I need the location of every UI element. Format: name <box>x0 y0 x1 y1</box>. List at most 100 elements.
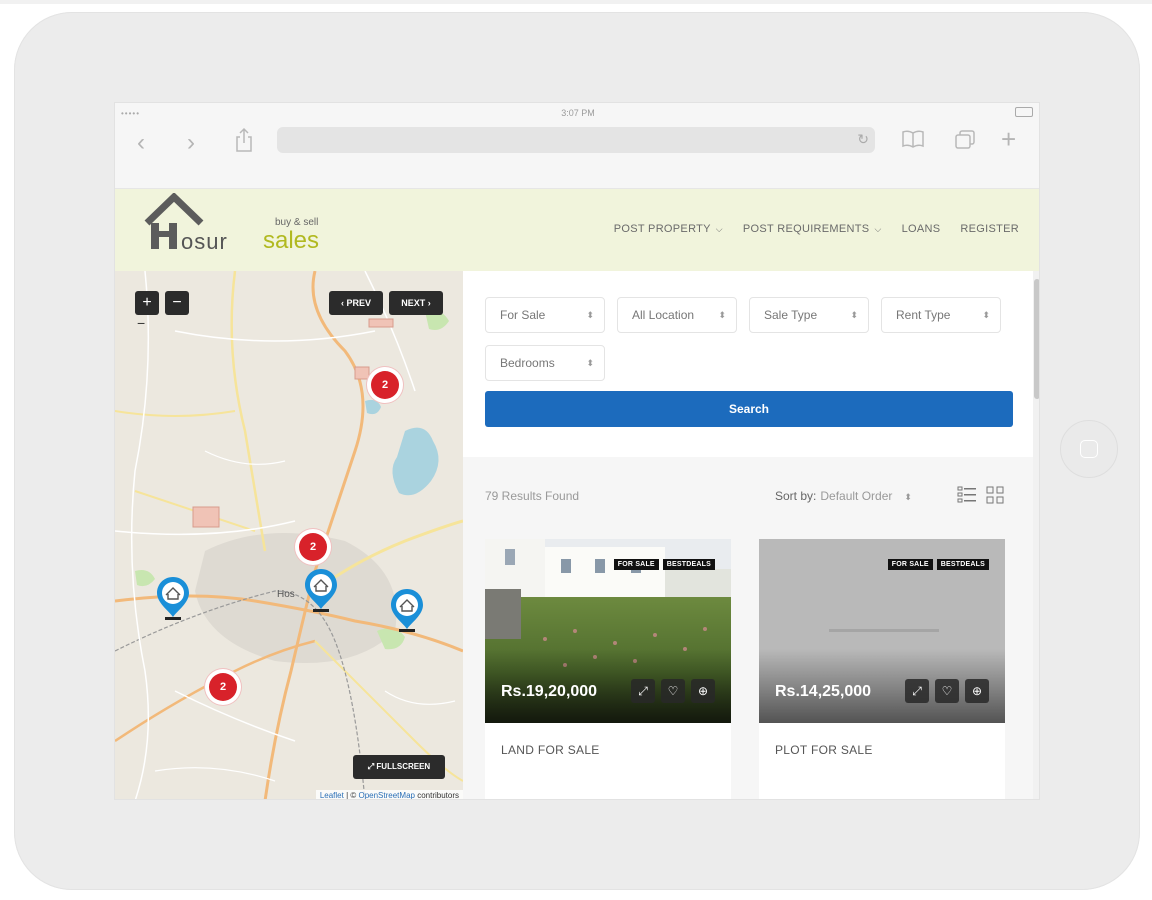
map-cluster-marker[interactable]: 2 <box>205 669 241 705</box>
tabs-icon[interactable] <box>953 129 977 151</box>
listing-card[interactable]: FOR SALE BESTDEALS Rs.19,20,000 ⤢ ♡ ⊕ LA… <box>485 539 731 799</box>
listings-panel: For Sale ⬍ All Location ⬍ Sale Type ⬍ Rent … <box>463 271 1033 799</box>
listing-title[interactable]: PLOT FOR SALE <box>775 743 873 757</box>
rent-type-select[interactable]: Rent Type ⬍ <box>881 297 1001 333</box>
map-fullscreen-label: FULLSCREEN <box>376 762 431 771</box>
sort-label: Sort by: <box>775 489 817 503</box>
compare-plus-icon[interactable]: ⊕ <box>691 679 715 703</box>
location-select[interactable]: All Location ⬍ <box>617 297 737 333</box>
back-arrow-icon[interactable]: ‹ <box>137 131 145 155</box>
logo-word-osur: osur <box>181 229 228 254</box>
listing-badges: FOR SALE BESTDEALS <box>887 559 989 570</box>
map-pin-icon[interactable] <box>155 575 191 621</box>
zoom-in-button[interactable]: + <box>135 291 159 315</box>
search-button[interactable]: Search <box>485 391 1013 427</box>
status-bar: ••••• 3:07 PM <box>115 103 1039 123</box>
listing-card[interactable]: FOR SALE BESTDEALS Rs.14,25,000 ⤢ ♡ ⊕ PL… <box>759 539 1005 799</box>
map-next-label: NEXT <box>401 298 426 308</box>
attribution-text: contributors <box>414 791 459 800</box>
map-prev-label: PREV <box>346 298 371 308</box>
map-tiles <box>115 271 463 799</box>
page-top-line <box>0 0 1152 4</box>
site-logo[interactable]: buy & sell osur sales <box>143 191 343 261</box>
rent-type-value: Rent Type <box>896 308 951 322</box>
for-sale-value: For Sale <box>500 308 546 322</box>
select-arrows-icon: ⬍ <box>982 310 990 320</box>
sale-type-select[interactable]: Sale Type ⬍ <box>749 297 869 333</box>
home-square-icon <box>1080 440 1098 458</box>
grid-view-icon[interactable] <box>985 485 1005 505</box>
scrollbar-thumb[interactable] <box>1034 279 1039 399</box>
results-count: 79 Results Found <box>485 489 580 503</box>
main-menu: POST PROPERTY ⌵ POST REQUIREMENTS ⌵ LOANS … <box>614 223 1019 235</box>
map-cluster-marker[interactable]: 2 <box>295 529 331 565</box>
for-sale-select[interactable]: For Sale ⬍ <box>485 297 605 333</box>
cluster-count: 2 <box>299 533 327 561</box>
chevron-right-icon: › <box>425 298 431 308</box>
map-attribution: Leaflet | © OpenStreetMap contributors <box>315 790 463 800</box>
expand-icon[interactable]: ⤢ <box>905 679 929 703</box>
heart-icon[interactable]: ♡ <box>661 679 685 703</box>
listing-actions: ⤢ ♡ ⊕ <box>631 679 715 703</box>
menu-register[interactable]: REGISTER <box>960 223 1019 235</box>
property-map[interactable]: Hos + − − ‹ PREV NEXT › 2 2 2 ⤢ FULLSCRE… <box>115 271 463 800</box>
bedrooms-value: Bedrooms <box>500 356 555 370</box>
listing-title[interactable]: LAND FOR SALE <box>501 743 600 757</box>
cluster-count: 2 <box>209 673 237 701</box>
menu-post-property-label: POST PROPERTY <box>613 223 711 235</box>
heart-icon[interactable]: ♡ <box>935 679 959 703</box>
new-tab-plus-icon[interactable]: + <box>1001 126 1016 152</box>
site-header: buy & sell osur sales POST PROPERTY ⌵ POS… <box>115 189 1039 271</box>
leaflet-link[interactable]: Leaflet <box>320 791 344 799</box>
for-sale-badge: FOR SALE <box>613 559 659 570</box>
zoom-minus-mark: − <box>137 315 146 331</box>
share-icon[interactable] <box>233 127 255 153</box>
osm-link[interactable]: OpenStreetMap <box>358 791 414 799</box>
best-deals-badge: BESTDEALS <box>936 559 989 570</box>
sale-type-value: Sale Type <box>764 308 818 322</box>
menu-post-requirements[interactable]: POST REQUIREMENTS ⌵ <box>743 223 882 235</box>
battery-icon <box>1015 107 1033 117</box>
map-prev-button[interactable]: ‹ PREV <box>329 291 383 315</box>
address-bar[interactable]: ↻ <box>277 127 875 153</box>
select-arrows-icon: ⬍ <box>586 358 594 368</box>
for-sale-badge: FOR SALE <box>887 559 933 570</box>
search-filters: For Sale ⬍ All Location ⬍ Sale Type ⬍ Rent … <box>463 271 1033 457</box>
browser-toolbar: ‹ › ↻ + <box>115 123 1039 189</box>
listing-photo[interactable]: FOR SALE BESTDEALS Rs.19,20,000 ⤢ ♡ ⊕ <box>485 539 731 723</box>
listing-price: Rs.14,25,000 <box>775 683 872 700</box>
map-fullscreen-button[interactable]: ⤢ FULLSCREEN <box>353 755 445 779</box>
menu-post-requirements-label: POST REQUIREMENTS <box>742 223 870 235</box>
expand-icon[interactable]: ⤢ <box>631 679 655 703</box>
chevron-down-icon: ⌵ <box>874 224 882 234</box>
map-pin-icon[interactable] <box>303 567 339 613</box>
compare-plus-icon[interactable]: ⊕ <box>965 679 989 703</box>
book-icon[interactable] <box>901 129 925 149</box>
tablet-home-button[interactable] <box>1060 420 1118 478</box>
select-arrows-icon: ⬍ <box>850 310 858 320</box>
best-deals-badge: BESTDEALS <box>662 559 715 570</box>
cluster-count: 2 <box>371 371 399 399</box>
forward-arrow-icon[interactable]: › <box>187 131 195 155</box>
tablet-screen: ••••• 3:07 PM ‹ › ↻ + buy & sell osur sa… <box>114 102 1040 800</box>
menu-loans[interactable]: LOANS <box>902 223 941 235</box>
listing-badges: FOR SALE BESTDEALS <box>613 559 715 570</box>
select-arrows-icon: ⬍ <box>904 492 912 502</box>
panel-scrollbar[interactable] <box>1033 271 1039 799</box>
list-view-icon[interactable] <box>957 485 977 505</box>
listing-photo[interactable]: FOR SALE BESTDEALS Rs.14,25,000 ⤢ ♡ ⊕ <box>759 539 1005 723</box>
map-cluster-marker[interactable]: 2 <box>367 367 403 403</box>
map-next-button[interactable]: NEXT › <box>389 291 443 315</box>
map-town-label: Hos <box>277 589 295 600</box>
listing-actions: ⤢ ♡ ⊕ <box>905 679 989 703</box>
sort-by-select[interactable]: Sort by: Default Order ⬍ <box>775 489 912 503</box>
zoom-out-button[interactable]: − <box>165 291 189 315</box>
menu-post-property[interactable]: POST PROPERTY ⌵ <box>614 223 723 235</box>
listing-price: Rs.19,20,000 <box>501 683 598 700</box>
reload-icon[interactable]: ↻ <box>857 131 869 148</box>
map-pin-icon[interactable] <box>389 587 425 633</box>
location-value: All Location <box>632 308 695 322</box>
sort-value: Default Order <box>820 489 893 503</box>
select-arrows-icon: ⬍ <box>586 310 594 320</box>
bedrooms-select[interactable]: Bedrooms ⬍ <box>485 345 605 381</box>
